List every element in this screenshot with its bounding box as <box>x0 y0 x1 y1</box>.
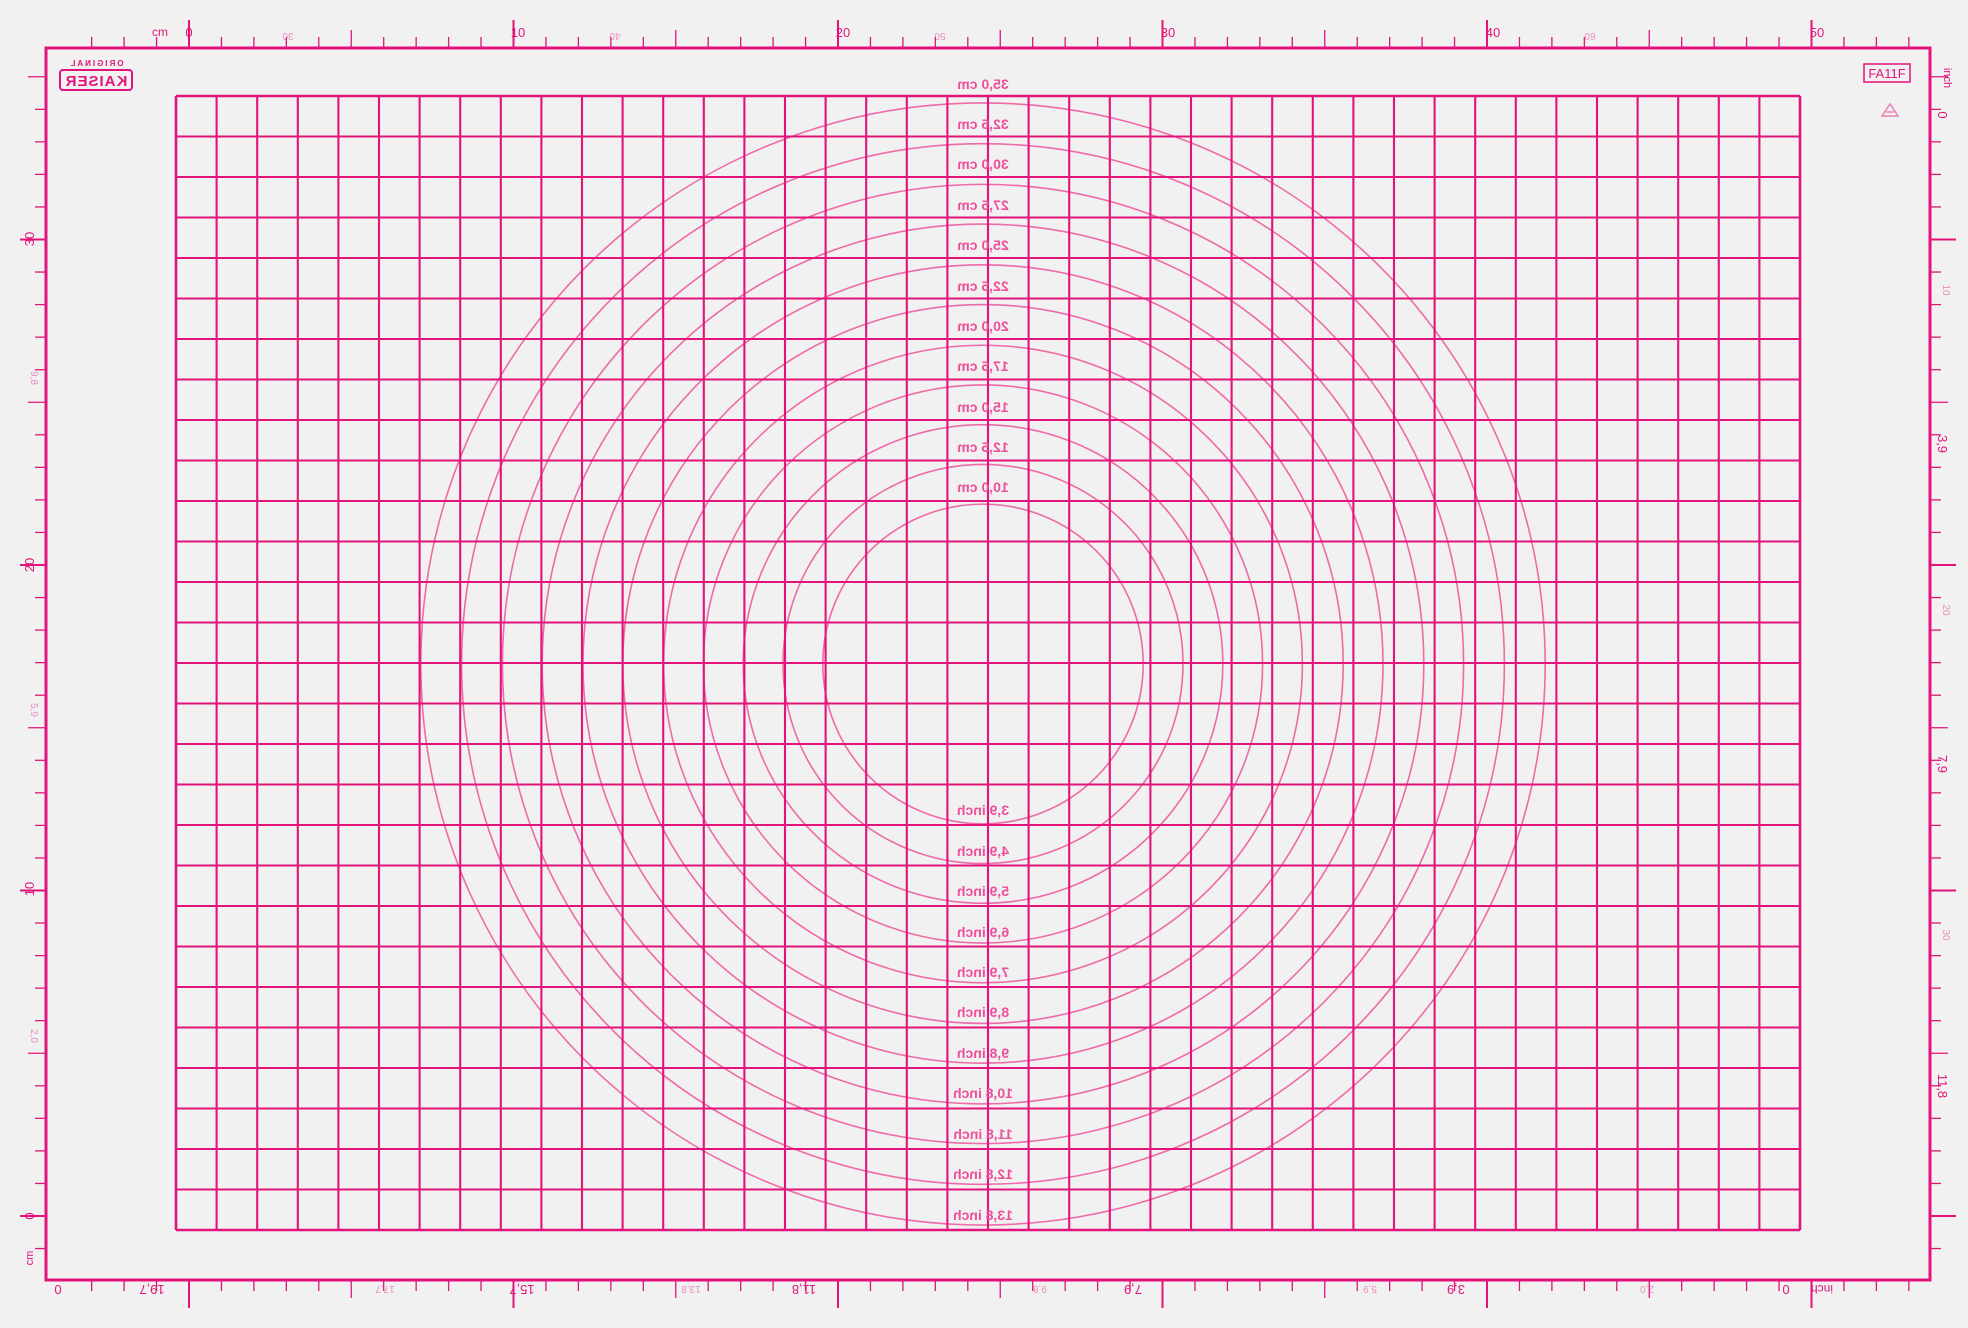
left-label: 30 <box>22 232 37 246</box>
bottom-minor-label: 13,8 <box>681 1283 701 1294</box>
right-label: 0 <box>1935 111 1950 118</box>
model-code: FA11F <box>1863 63 1911 83</box>
right-minor-label: 20 <box>1940 604 1951 616</box>
right-label: 11,8 <box>1935 1074 1950 1098</box>
top-minor-label: 60 <box>1584 30 1596 41</box>
circle-label-cm: 35,0 cm <box>957 76 1008 92</box>
top-minor-label: 40 <box>609 30 621 41</box>
pastry-mat: cm 0 10 20 30 40 50 30 40 50 60 19,7 15,… <box>0 0 1968 1328</box>
bottom-label: 0 <box>1782 1282 1789 1297</box>
circle-label-inch: 10,8 inch <box>953 1085 1013 1101</box>
circle-label-cm: 22,5 cm <box>957 278 1008 294</box>
bottom-label: 11,8 <box>792 1282 816 1297</box>
left-label: 10 <box>22 882 37 896</box>
bottom-label: 15,7 <box>509 1282 534 1297</box>
circle-label-inch: 7,9 inch <box>957 964 1009 980</box>
brand-logo: ORIGINAL KAISER <box>59 59 133 91</box>
left-ruler-unit: cm <box>24 1251 36 1266</box>
top-label: 20 <box>836 25 850 40</box>
bottom-label: 3,9 <box>1447 1282 1465 1297</box>
left-label: 20 <box>22 558 37 572</box>
circle-label-cm: 12,5 cm <box>957 439 1008 455</box>
bottom-minor-label: 5,9 <box>1363 1283 1377 1294</box>
left-minor-label: 5,9 <box>28 703 39 717</box>
circle-label-inch: 3,9 inch <box>957 802 1009 818</box>
circle-label-cm: 32,5 cm <box>957 116 1008 132</box>
left-label: 0 <box>22 1212 37 1219</box>
brand-name: KAISER <box>65 73 128 90</box>
model-code-text: FA11F <box>1868 66 1905 81</box>
top-label: 40 <box>1486 25 1500 40</box>
top-ruler-unit: cm <box>152 25 168 39</box>
top-minor-label: 30 <box>282 30 294 41</box>
top-minor-label: 50 <box>934 30 946 41</box>
bottom-minor-label: 9,8 <box>1033 1283 1047 1294</box>
bottom-label: 19,7 <box>139 1282 164 1297</box>
top-label: 10 <box>511 25 525 40</box>
bottom-ruler-unit: inch <box>1811 1282 1833 1296</box>
right-label: 7,9 <box>1935 755 1950 773</box>
top-label: 30 <box>1161 25 1175 40</box>
circle-label-cm: 20,0 cm <box>957 318 1008 334</box>
top-label: 50 <box>1810 25 1824 40</box>
circle-label-cm: 27,5 cm <box>957 197 1008 213</box>
bottom-minor-label: 2,0 <box>1640 1283 1654 1294</box>
right-ruler-unit: inch <box>1941 68 1953 88</box>
circle-label-inch: 8,9 inch <box>957 1004 1009 1020</box>
circle-label-inch: 9,8 inch <box>957 1045 1009 1061</box>
circle-label-inch: 6,9 inch <box>957 924 1009 940</box>
bottom-label: 7,9 <box>1124 1282 1142 1297</box>
left-minor-label: 2,0 <box>28 1029 39 1043</box>
circle-label-inch: 12,8 inch <box>953 1166 1013 1182</box>
top-label: 0 <box>185 25 192 40</box>
bottom-label-start: 0 <box>54 1282 61 1297</box>
right-minor-label: 10 <box>1940 284 1951 296</box>
circle-label-cm: 17,5 cm <box>957 358 1008 374</box>
left-minor-label: 9,8 <box>28 371 39 385</box>
right-minor-label: 30 <box>1940 929 1951 941</box>
circle-label-cm: 25,0 cm <box>957 237 1008 253</box>
circle-label-cm: 15,0 cm <box>957 399 1008 415</box>
circle-label-cm: 10,0 cm <box>957 479 1008 495</box>
circle-label-inch: 5,9 inch <box>957 883 1009 899</box>
right-label: 3,9 <box>1935 435 1950 453</box>
brand-tagline: ORIGINAL <box>68 59 123 68</box>
circle-label-inch: 11,8 inch <box>953 1126 1012 1142</box>
circle-label-inch: 4,9 inch <box>957 843 1009 859</box>
circle-label-inch: 13,8 inch <box>953 1207 1013 1223</box>
bottom-minor-label: 17,7 <box>375 1283 395 1294</box>
circle-label-cm: 30,0 cm <box>957 156 1008 172</box>
